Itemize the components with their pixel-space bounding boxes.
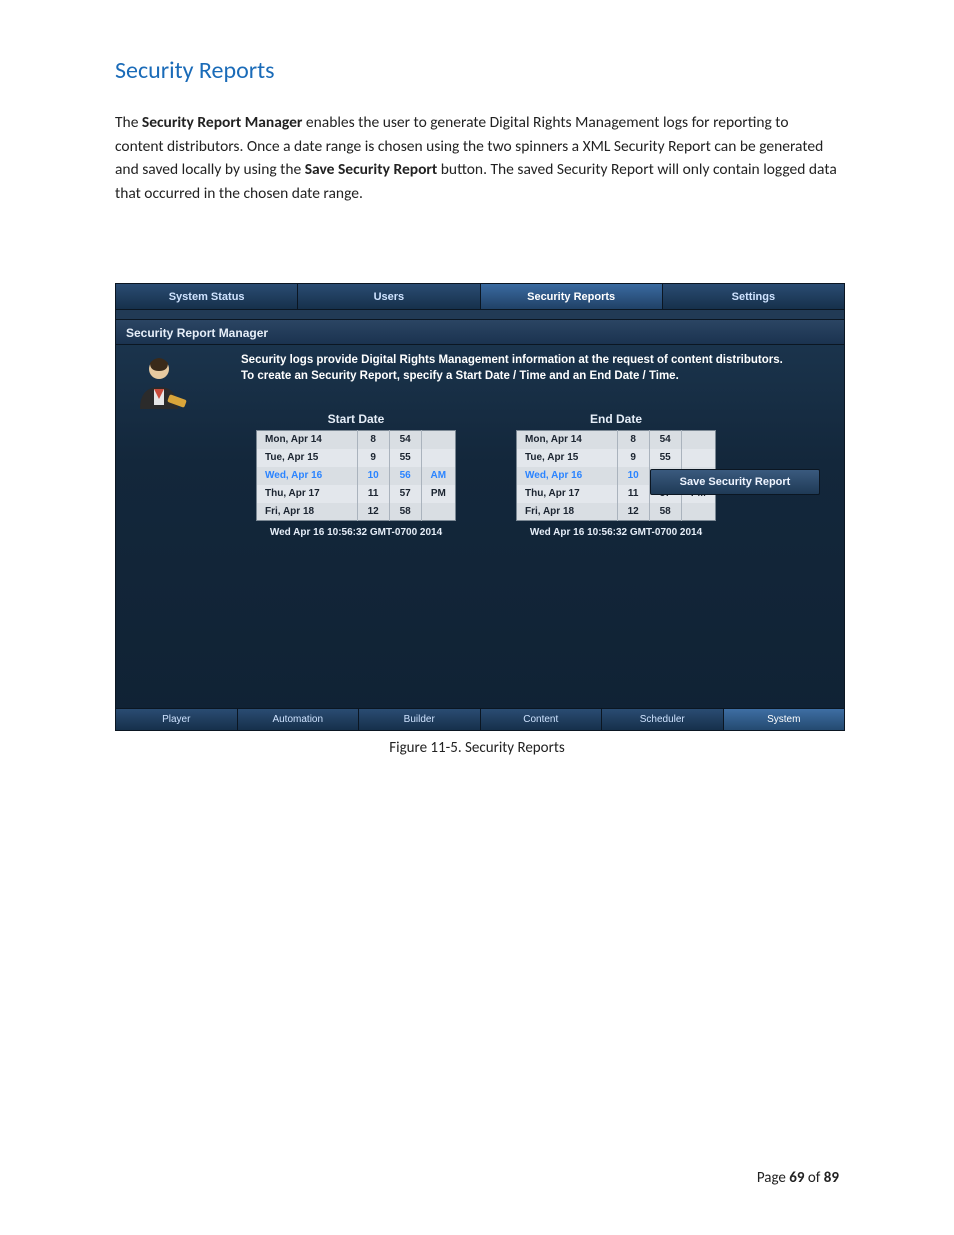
top-tab-system-status[interactable]: System Status (116, 284, 298, 310)
spinner-hour-cell[interactable]: 12 (357, 503, 389, 521)
section-paragraph: The Security Report Manager enables the … (115, 111, 839, 205)
spinner-ampm-cell[interactable] (421, 431, 455, 449)
spinner-hour-cell[interactable]: 12 (617, 503, 649, 521)
screenshot-app: System StatusUsersSecurity ReportsSettin… (115, 283, 845, 731)
spinner-hour-cell[interactable]: 8 (617, 431, 649, 449)
spinner-row[interactable]: Tue, Apr 15955 (517, 449, 716, 467)
section-heading: Security Reports (115, 56, 839, 85)
spinner-date-cell[interactable]: Mon, Apr 14 (517, 431, 618, 449)
spinner-row[interactable]: Fri, Apr 181258 (257, 503, 456, 521)
spinner-minute-cell[interactable]: 54 (389, 431, 421, 449)
spinner-date-cell[interactable]: Fri, Apr 18 (517, 503, 618, 521)
start-date-title: Start Date (256, 412, 456, 426)
top-tab-users[interactable]: Users (298, 284, 480, 310)
bottom-tab-scheduler[interactable]: Scheduler (602, 709, 724, 730)
spinner-date-cell[interactable]: Wed, Apr 16 (257, 467, 358, 485)
spinner-row[interactable]: Wed, Apr 161056AM (257, 467, 456, 485)
para-bold-2: Save Security Report (305, 160, 438, 179)
spinner-ampm-cell[interactable] (681, 431, 715, 449)
spinner-ampm-cell[interactable]: AM (421, 467, 455, 485)
para-bold-1: Security Report Manager (142, 113, 302, 132)
end-date-title: End Date (516, 412, 716, 426)
footer-total-pages: 89 (824, 1169, 839, 1187)
figure-caption: Figure 11-5. Security Reports (115, 739, 839, 757)
spinner-hour-cell[interactable]: 9 (357, 449, 389, 467)
spinner-row[interactable]: Mon, Apr 14854 (257, 431, 456, 449)
spinner-ampm-cell[interactable] (681, 449, 715, 467)
panel-info-text: Security logs provide Digital Rights Man… (241, 353, 834, 384)
spinner-hour-cell[interactable]: 8 (357, 431, 389, 449)
panel-body: Security logs provide Digital Rights Man… (116, 345, 844, 695)
bottom-tab-bar: PlayerAutomationBuilderContentSchedulerS… (116, 708, 844, 730)
spinner-hour-cell[interactable]: 11 (357, 485, 389, 503)
start-date-spinner[interactable]: Start Date Mon, Apr 14854Tue, Apr 15955W… (256, 412, 456, 538)
bottom-tab-player[interactable]: Player (116, 709, 238, 730)
spinner-row[interactable]: Mon, Apr 14854 (517, 431, 716, 449)
spinner-minute-cell[interactable]: 55 (389, 449, 421, 467)
bottom-tab-automation[interactable]: Automation (238, 709, 360, 730)
spinner-row[interactable]: Fri, Apr 181258 (517, 503, 716, 521)
info-line-1: Security logs provide Digital Rights Man… (241, 353, 834, 369)
spinner-ampm-cell[interactable]: PM (421, 485, 455, 503)
spinner-minute-cell[interactable]: 57 (389, 485, 421, 503)
spinner-minute-cell[interactable]: 58 (649, 503, 681, 521)
bottom-tab-content[interactable]: Content (481, 709, 603, 730)
save-security-report-button[interactable]: Save Security Report (650, 469, 820, 495)
top-tab-settings[interactable]: Settings (663, 284, 844, 310)
spinner-minute-cell[interactable]: 58 (389, 503, 421, 521)
spinner-date-cell[interactable]: Fri, Apr 18 (257, 503, 358, 521)
start-date-stamp: Wed Apr 16 10:56:32 GMT-0700 2014 (256, 527, 456, 538)
info-line-2: To create an Security Report, specify a … (241, 369, 834, 385)
spinner-date-cell[interactable]: Tue, Apr 15 (257, 449, 358, 467)
spinner-minute-cell[interactable]: 55 (649, 449, 681, 467)
start-date-table[interactable]: Mon, Apr 14854Tue, Apr 15955Wed, Apr 161… (256, 430, 456, 521)
spinner-row[interactable]: Tue, Apr 15955 (257, 449, 456, 467)
spinner-row[interactable]: Thu, Apr 171157PM (257, 485, 456, 503)
top-tab-bar: System StatusUsersSecurity ReportsSettin… (116, 284, 844, 310)
spinner-hour-cell[interactable]: 9 (617, 449, 649, 467)
spinner-date-cell[interactable]: Wed, Apr 16 (517, 467, 618, 485)
spinner-hour-cell[interactable]: 11 (617, 485, 649, 503)
footer-page-number: 69 (789, 1169, 804, 1187)
panel-gap (116, 310, 844, 320)
spinner-date-cell[interactable]: Thu, Apr 17 (517, 485, 618, 503)
panel-title: Security Report Manager (116, 320, 844, 345)
spinner-date-cell[interactable]: Tue, Apr 15 (517, 449, 618, 467)
footer-text: Page (757, 1169, 789, 1187)
bottom-tab-system[interactable]: System (724, 709, 845, 730)
spinner-ampm-cell[interactable] (681, 503, 715, 521)
para-text: The (115, 113, 142, 132)
bottom-tab-builder[interactable]: Builder (359, 709, 481, 730)
spinner-hour-cell[interactable]: 10 (357, 467, 389, 485)
spinner-date-cell[interactable]: Thu, Apr 17 (257, 485, 358, 503)
spinner-date-cell[interactable]: Mon, Apr 14 (257, 431, 358, 449)
spinner-ampm-cell[interactable] (421, 503, 455, 521)
spinner-minute-cell[interactable]: 56 (389, 467, 421, 485)
top-tab-security-reports[interactable]: Security Reports (481, 284, 663, 310)
spinner-hour-cell[interactable]: 10 (617, 467, 649, 485)
user-avatar-icon (130, 351, 188, 409)
page-footer: Page 69 of 89 (757, 1169, 839, 1187)
spinner-ampm-cell[interactable] (421, 449, 455, 467)
spinner-minute-cell[interactable]: 54 (649, 431, 681, 449)
end-date-stamp: Wed Apr 16 10:56:32 GMT-0700 2014 (516, 527, 716, 538)
footer-text: of (805, 1169, 824, 1187)
